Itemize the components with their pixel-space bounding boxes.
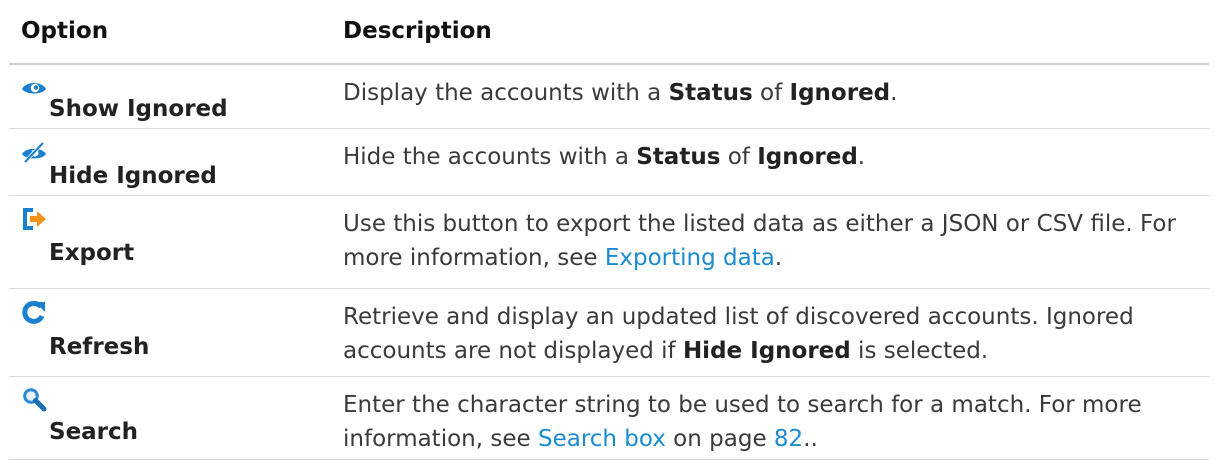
search-icon [21,387,47,413]
cross-reference-link[interactable]: Search box [538,426,666,452]
option-label: Hide Ignored [49,163,217,189]
option-label: Refresh [49,334,150,360]
description-cell: Display the accounts with a Status of Ig… [343,65,1209,128]
emphasis-text: Ignored [789,80,891,106]
option-label: Show Ignored [49,96,228,122]
description-text: Hide the accounts with a [343,144,637,170]
option-cell: Refresh [9,289,343,376]
options-table: Option Description Show Ignored Display t… [9,14,1209,460]
cross-reference-link[interactable]: Exporting data [605,245,775,271]
description-cell: Hide the accounts with a Status of Ignor… [343,129,1209,195]
description-text: . [857,144,866,170]
option-label: Search [49,419,139,445]
option-cell: Export [9,196,343,288]
option-cell: Hide Ignored [9,129,343,195]
description-cell: Use this button to export the listed dat… [343,196,1209,288]
table-row: Refresh Retrieve and display an updated l… [9,289,1209,377]
option-label: Export [49,240,135,266]
description-cell: Enter the character string to be used to… [343,377,1209,459]
emphasis-text: Status [668,80,753,106]
eye-slash-icon [21,139,47,165]
option-cell: Search [9,377,343,459]
table-header: Option Description [9,14,1209,65]
table-row: Export Use this button to export the list… [9,196,1209,289]
description-text: . [774,245,783,271]
description-text: on page [665,426,774,452]
header-option: Option [21,18,109,44]
table-row: Hide Ignored Hide the accounts with a Sta… [9,129,1209,196]
description-cell: Retrieve and display an updated list of … [343,289,1209,376]
emphasis-text: Status [636,144,721,170]
table-row: Search Enter the character string to be u… [9,377,1209,460]
refresh-icon [21,299,47,325]
emphasis-text: Ignored [757,144,858,170]
description-text: . [890,80,898,106]
export-icon [21,206,47,232]
description-text: .. [803,426,818,452]
eye-icon [21,75,47,101]
table-row: Show Ignored Display the accounts with a … [9,65,1209,129]
cross-reference-link[interactable]: 82 [774,426,803,452]
description-text: is selected. [850,338,989,364]
option-cell: Show Ignored [9,65,343,128]
description-text: of [720,144,758,170]
description-text: of [752,80,790,106]
header-description: Description [343,18,492,44]
description-text: Display the accounts with a [343,80,669,106]
emphasis-text: Hide Ignored [682,338,851,364]
table-body: Show Ignored Display the accounts with a … [9,65,1209,460]
